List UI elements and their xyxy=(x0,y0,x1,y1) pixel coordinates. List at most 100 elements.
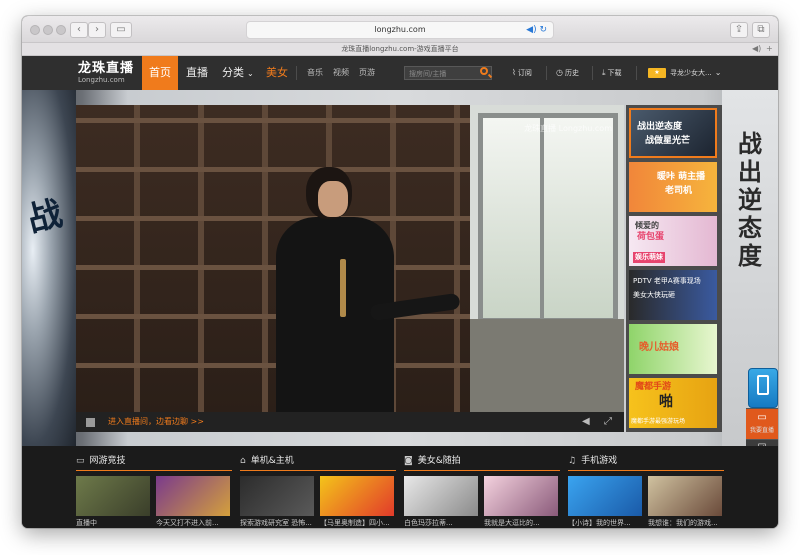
enter-room-link[interactable]: 进入直播间，边看边聊 >> xyxy=(108,412,204,432)
video-watermark: 龙珠直播 Longzhu.com xyxy=(524,124,612,133)
browser-titlebar: ‹ › ▭ longzhu.com ◀) ↻ ⇪ ⧉ xyxy=(22,16,778,43)
section-header[interactable]: ⌂ 单机&主机 xyxy=(240,454,396,471)
section-caption[interactable]: 【马里奥制造】四小... xyxy=(320,518,394,528)
thumb-4-title: 晚儿姑娘 xyxy=(639,342,679,353)
thumb-3-subtitle: 美女大侠玩砸 xyxy=(633,291,675,299)
address-text: longzhu.com xyxy=(374,25,426,34)
left-banner-art: 战 xyxy=(22,90,76,446)
section-header[interactable]: ♫ 手机游戏 xyxy=(568,454,724,471)
mobile-app-qr-icon[interactable] xyxy=(748,368,778,408)
tab-title[interactable]: 龙珠直播longzhu.com-游戏直播平台 xyxy=(341,45,458,53)
section-caption[interactable]: 直播中 xyxy=(76,518,150,528)
volume-icon[interactable]: ◀ xyxy=(582,412,590,432)
camera-icon: ▭ xyxy=(757,412,767,423)
search-icon[interactable] xyxy=(480,67,488,75)
section-mobile-games: ♫ 手机游戏 【小诗】我的世界... 我想谁：我们的游戏... xyxy=(568,454,724,527)
back-button[interactable]: ‹ xyxy=(70,22,88,38)
search-input[interactable]: 搜房间/主播 xyxy=(404,66,492,80)
section-title: 美女&随拍 xyxy=(417,456,461,466)
history-link[interactable]: ◷ 历史 xyxy=(556,56,579,90)
nav-category[interactable]: 分类 ⌄ xyxy=(222,56,254,90)
minimize-window-button[interactable] xyxy=(43,25,53,35)
thumb-0-title: 战出逆态度 xyxy=(637,122,683,132)
section-online-games: ▭ 网游竞技 直播中 今天又打不进入前... xyxy=(76,454,232,527)
section-thumb[interactable] xyxy=(568,476,642,516)
thumb-1-title: 暖咔 萌主播 xyxy=(657,172,706,182)
rss-icon: ⌇ xyxy=(512,68,516,77)
section-console-games: ⌂ 单机&主机 探索游戏研究室 恐怖... 【马里奥制造】四小... xyxy=(240,454,396,527)
section-thumb[interactable] xyxy=(240,476,314,516)
window-frame xyxy=(478,113,618,323)
nav-live[interactable]: 直播 xyxy=(186,56,208,90)
thumb-1[interactable]: 暖咔 萌主播 老司机 xyxy=(629,162,717,212)
camera-icon: ◙ xyxy=(404,456,413,466)
video-player[interactable]: 龙珠直播 Longzhu.com xyxy=(76,105,624,412)
forward-button[interactable]: › xyxy=(88,22,106,38)
share-button[interactable]: ⇪ xyxy=(730,22,748,38)
section-thumb[interactable] xyxy=(484,476,558,516)
speaker-icon[interactable]: ◀) xyxy=(752,43,761,55)
section-header[interactable]: ▭ 网游竞技 xyxy=(76,454,232,471)
nav-home[interactable]: 首页 xyxy=(142,56,178,90)
thumb-0[interactable]: 战出逆态度 战做星光芒 xyxy=(629,108,717,158)
nav-beauty[interactable]: 美女 xyxy=(266,56,288,90)
thumb-5-subtitle: 啪 xyxy=(659,394,673,410)
thumb-4[interactable]: 晚儿姑娘 xyxy=(629,324,717,374)
section-thumb[interactable] xyxy=(156,476,230,516)
sidebar-button[interactable]: ▭ xyxy=(110,22,132,38)
download-link[interactable]: ⤓ 下载 xyxy=(602,56,622,90)
microphone-icon: ♫ xyxy=(568,456,577,466)
logo-cn: 龙珠直播 xyxy=(78,61,135,76)
nav-webgame[interactable]: 页游 xyxy=(359,56,375,90)
thumb-5[interactable]: 魔都手游 啪 魔都手游最强游玩场 xyxy=(629,378,717,428)
section-caption[interactable]: 我想谁：我们的游戏... xyxy=(648,518,722,528)
site-nav: 龙珠直播 Longzhu.com 首页 直播 分类 ⌄ 美女 音乐 视频 页游 搜… xyxy=(22,56,778,90)
section-thumb[interactable] xyxy=(648,476,722,516)
thumb-2[interactable]: 倾爱的 荷包蛋 娱乐萌妹 xyxy=(629,216,717,266)
section-caption[interactable]: 探索游戏研究室 恐怖... xyxy=(240,518,314,528)
new-tab-icon[interactable]: + xyxy=(766,43,773,55)
section-thumb[interactable] xyxy=(320,476,394,516)
thumb-5-caption: 魔都手游最强游玩场 xyxy=(631,418,686,425)
nav-category-label: 分类 xyxy=(222,66,244,79)
section-caption[interactable]: 【小诗】我的世界... xyxy=(568,518,642,528)
close-window-button[interactable] xyxy=(30,25,40,35)
divider xyxy=(636,66,637,80)
stop-icon[interactable] xyxy=(86,418,95,427)
site-logo[interactable]: 龙珠直播 Longzhu.com xyxy=(78,62,134,85)
thumb-3[interactable]: PDTV 老甲A赛事现场 美女大侠玩砸 xyxy=(629,270,717,320)
download-icon: ⤓ xyxy=(602,68,606,77)
reload-icon[interactable]: ◀) ↻ xyxy=(526,22,547,38)
tabs-overview-button[interactable]: ⧉ xyxy=(752,22,770,38)
chevron-down-icon: ⌄ xyxy=(714,68,722,77)
section-caption[interactable]: 我就是大逗比的... xyxy=(484,518,558,528)
thumb-2-subtitle: 荷包蛋 xyxy=(637,232,665,242)
section-thumb[interactable] xyxy=(404,476,478,516)
thumb-3-title: PDTV 老甲A赛事现场 xyxy=(633,277,701,285)
go-live-button[interactable]: ▭ 我要直播 xyxy=(746,408,778,439)
user-menu[interactable]: 寻龙少女大... ⌄ xyxy=(670,56,721,90)
microphone xyxy=(340,259,346,317)
thumb-0-subtitle: 战做星光芒 xyxy=(645,136,691,146)
featured-thumbnails: 战出逆态度 战做星光芒 暖咔 萌主播 老司机 倾爱的 荷包蛋 娱乐萌妹 PDTV… xyxy=(626,105,722,432)
nav-video[interactable]: 视频 xyxy=(333,56,349,90)
section-title: 单机&主机 xyxy=(250,456,294,466)
nav-music[interactable]: 音乐 xyxy=(307,56,323,90)
section-header[interactable]: ◙ 美女&随拍 xyxy=(404,454,560,471)
divider xyxy=(546,66,547,80)
streamer-figure xyxy=(266,167,461,412)
tab-bar: 龙珠直播longzhu.com-游戏直播平台 ◀) + xyxy=(22,43,778,56)
download-label: 下载 xyxy=(607,69,622,77)
subscribe-link[interactable]: ⌇ 订阅 xyxy=(512,56,532,90)
thumb-2-tag: 娱乐萌妹 xyxy=(633,252,665,263)
fullscreen-icon[interactable]: ⤢ xyxy=(604,412,612,432)
section-caption[interactable]: 今天又打不进入前... xyxy=(156,518,230,528)
browser-window: ‹ › ▭ longzhu.com ◀) ↻ ⇪ ⧉ 龙珠直播longzhu.c… xyxy=(22,16,778,528)
address-bar[interactable]: longzhu.com ◀) ↻ xyxy=(246,21,554,39)
section-caption[interactable]: 白色玛莎拉蒂... xyxy=(404,518,478,528)
clock-icon: ◷ xyxy=(556,68,563,77)
zoom-window-button[interactable] xyxy=(56,25,66,35)
gamepad-icon: ⌂ xyxy=(240,456,246,466)
user-level-badge: ★ xyxy=(648,68,666,78)
section-thumb[interactable] xyxy=(76,476,150,516)
